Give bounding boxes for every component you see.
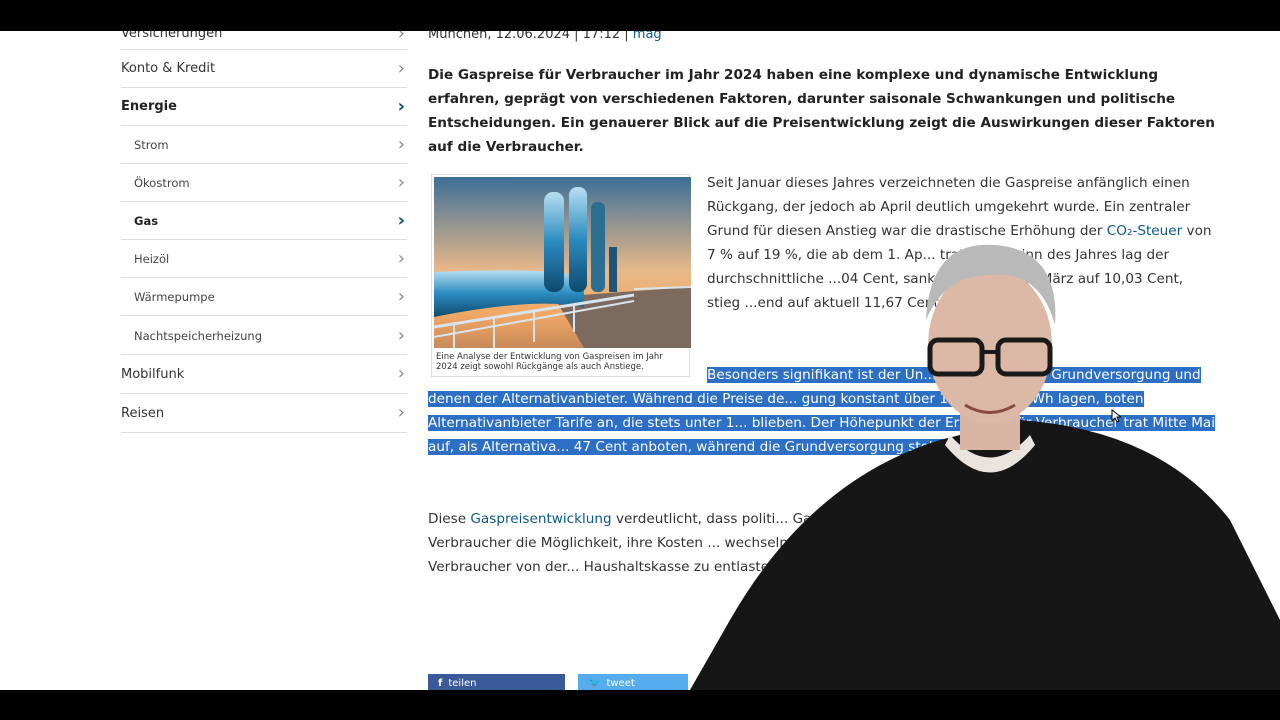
article-meta: München, 12.06.2024 | 17:12 | mag <box>428 31 662 42</box>
chevron-right-icon: › <box>397 247 405 269</box>
chevron-right-icon: › <box>397 363 405 384</box>
webcam-overlay <box>690 244 1280 690</box>
sidebar-item-versicherungen[interactable]: Versicherungen › <box>121 31 407 50</box>
sidebar-item-label: Strom <box>134 137 169 152</box>
sidebar-item-label: Energie <box>121 99 177 114</box>
sidebar-item-mobilfunk[interactable]: Mobilfunk › <box>121 355 407 394</box>
twitter-share-label: tweet <box>606 677 635 689</box>
sidebar-item-label: Heizöl <box>134 251 170 266</box>
sidebar-item-reisen[interactable]: Reisen › <box>121 394 407 433</box>
sidebar-item-label: Konto & Kredit <box>121 61 216 76</box>
facebook-share-label: teilen <box>448 677 477 689</box>
sidebar-item-strom[interactable]: Strom › <box>121 126 407 164</box>
sidebar-item-oekostrom[interactable]: Ökostrom › <box>121 164 407 202</box>
chevron-right-icon: › <box>397 31 405 44</box>
article-figure: Eine Analyse der Entwicklung von Gasprei… <box>431 174 691 377</box>
chevron-right-icon: › <box>397 285 405 307</box>
paragraph-text: Diese <box>428 511 471 527</box>
sidebar-item-energie[interactable]: Energie › <box>121 88 407 126</box>
sidebar-item-label: Versicherungen <box>121 31 223 41</box>
chevron-right-icon: › <box>397 133 405 155</box>
sidebar-item-nachtspeicherheizung[interactable]: Nachtspeicherheizung › <box>121 317 407 355</box>
sidebar-item-label: Nachtspeicherheizung <box>134 328 263 343</box>
article-lead: Die Gaspreise für Verbraucher im Jahr 20… <box>428 67 1215 155</box>
sidebar-item-waermepumpe[interactable]: Wärmepumpe › <box>121 278 407 316</box>
sidebar-item-label: Gas <box>134 213 159 228</box>
screen-bottom-bar <box>0 690 1280 720</box>
co2-steuer-link[interactable]: CO₂-Steuer <box>1107 223 1182 239</box>
author-link[interactable]: mag <box>633 31 662 42</box>
sidebar-item-label: Wärmepumpe <box>134 289 215 304</box>
screen-top-bar <box>0 0 1280 31</box>
chevron-right-icon: › <box>397 95 405 117</box>
facebook-share-button[interactable]: f teilen <box>428 674 565 690</box>
sidebar-item-gas[interactable]: Gas › <box>121 202 407 240</box>
sidebar-item-heizoel[interactable]: Heizöl › <box>121 240 407 278</box>
chevron-right-icon: › <box>397 171 405 193</box>
sidebar-item-label: Mobilfunk <box>121 366 185 382</box>
chevron-right-icon: › <box>397 209 405 231</box>
chevron-right-icon: › <box>397 402 405 423</box>
gaspreisentwicklung-link[interactable]: Gaspreisentwicklung <box>470 511 611 527</box>
facebook-icon: f <box>438 677 443 689</box>
sidebar-item-konto-kredit[interactable]: Konto & Kredit › <box>121 50 407 88</box>
twitter-share-button[interactable]: 🐦 tweet <box>578 674 688 690</box>
chevron-right-icon: › <box>397 57 405 79</box>
chevron-right-icon: › <box>397 324 405 346</box>
sidebar-item-label: Reisen <box>121 405 165 421</box>
web-page: Versicherungen › Konto & Kredit › Energi… <box>0 31 1280 690</box>
pipeline-photo <box>434 177 691 348</box>
twitter-icon: 🐦 <box>588 677 601 689</box>
sidebar-item-label: Ökostrom <box>134 175 190 190</box>
article-date: München, 12.06.2024 | 17:12 | <box>428 31 629 42</box>
